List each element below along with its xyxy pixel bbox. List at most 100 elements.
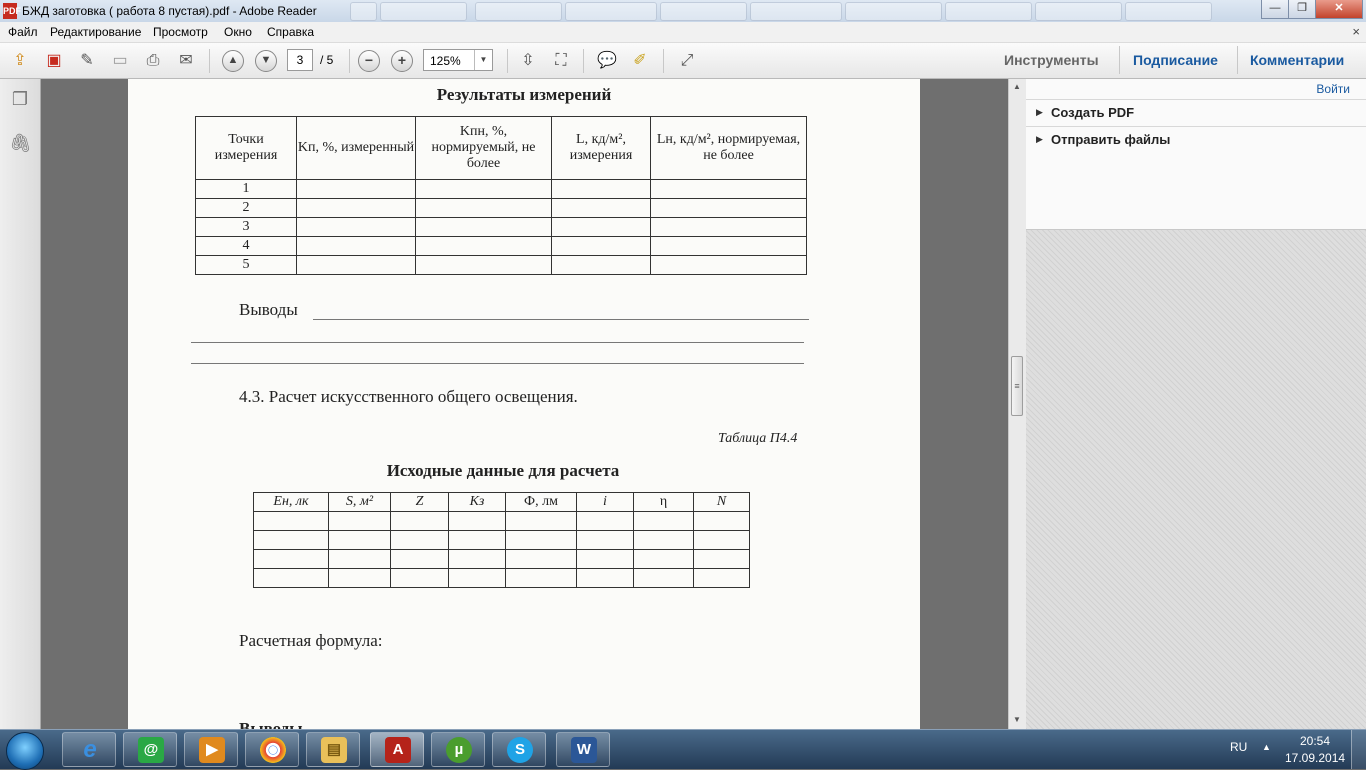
table-row: 5 [195, 255, 807, 275]
table-row: 2 [195, 198, 807, 218]
toolbar-separator [349, 49, 350, 73]
edit-pdf-icon[interactable]: ✎ [76, 50, 98, 72]
table1-header-points: Точки измерения [195, 116, 297, 180]
menu-bar: Файл Редактирование Просмотр Окно Справк… [0, 22, 1366, 43]
maximize-button[interactable]: ❐ [1288, 0, 1316, 19]
zoom-out-icon[interactable]: − [358, 50, 380, 72]
answer-line [191, 342, 804, 343]
background-window-tab [1035, 2, 1122, 21]
toolbar-separator [209, 49, 210, 73]
attachments-icon[interactable]: 🖇 [9, 132, 32, 154]
create-pdf-icon[interactable]: ▣ [43, 50, 65, 72]
menu-edit[interactable]: Редактирование [50, 25, 141, 39]
title-bar: PDF БЖД заготовка ( работа 8 пустая).pdf… [0, 0, 1366, 22]
menu-window[interactable]: Окно [224, 25, 252, 39]
create-pdf-label: Создать PDF [1051, 105, 1135, 120]
close-document-icon[interactable]: × [1352, 24, 1360, 39]
table1-cell-point: 3 [195, 217, 297, 237]
table2-header-f: Ф, лм [505, 492, 577, 512]
table-row: 1 [195, 179, 807, 199]
comment-icon[interactable]: 💬 [596, 50, 618, 72]
explorer-taskbar-button[interactable]: ▤ [306, 732, 360, 767]
background-window-tab [945, 2, 1032, 21]
open-file-icon[interactable]: ⇪ [9, 50, 31, 72]
create-pdf-section[interactable]: ▶ Создать PDF [1026, 99, 1366, 126]
zoom-in-icon[interactable]: + [391, 50, 413, 72]
word-taskbar-button[interactable]: W [556, 732, 610, 767]
internet-explorer-taskbar-button[interactable]: e [62, 732, 116, 767]
highlight-icon[interactable]: ✐ [629, 50, 651, 72]
show-desktop-button[interactable] [1351, 730, 1366, 769]
internet-explorer-icon: e [83, 736, 97, 763]
document-area[interactable]: Результаты измерений Точки измерения Kп,… [41, 79, 1007, 729]
table1-cell-point: 1 [195, 179, 297, 199]
send-files-label: Отправить файлы [1051, 132, 1171, 147]
minimize-button[interactable]: — [1261, 0, 1289, 19]
save-icon[interactable]: ▭ [109, 50, 131, 72]
page-thumbnails-icon[interactable]: ❐ [9, 88, 31, 110]
sign-in-link[interactable]: Войти [1316, 82, 1350, 96]
tools-pane-header: Войти ▶ Создать PDF ▶ Отправить файлы [1026, 79, 1366, 230]
table-row [253, 511, 750, 531]
tab-divider [1119, 46, 1120, 74]
table1-header-l: L, кд/м², измерения [551, 116, 651, 180]
tab-sign[interactable]: Подписание [1133, 52, 1218, 68]
answer-line [191, 363, 804, 364]
menu-file[interactable]: Файл [8, 25, 38, 39]
chrome-taskbar-button[interactable]: ◉ [245, 732, 299, 767]
adobe-reader-app-icon: PDF [3, 3, 21, 19]
table-row [253, 549, 750, 569]
scroll-down-arrow-icon[interactable]: ▼ [1013, 715, 1021, 724]
table1-header-kp: Kп, %, измеренный [296, 116, 416, 180]
conclusions-label: Выводы [239, 300, 298, 319]
folder-icon: ▤ [321, 737, 347, 763]
menu-view[interactable]: Просмотр [153, 25, 208, 39]
background-window-tab [565, 2, 657, 21]
vertical-scrollbar[interactable]: ▲ ≡ ▼ [1008, 79, 1026, 729]
windows-taskbar: e @ ▶ ◉ ▤ A µ S W RU ▲ 20:54 17.09.2014 [0, 729, 1366, 770]
fit-page-icon[interactable]: ⇳ [517, 50, 539, 72]
answer-line [313, 319, 809, 320]
input-data-table: Eн, лк S, м² Z Kз Ф, лм i η N [253, 492, 750, 588]
table-row: 4 [195, 236, 807, 256]
start-button[interactable] [6, 732, 44, 770]
table1-cell-point: 2 [195, 198, 297, 218]
fit-width-icon[interactable]: ⛶ [550, 50, 572, 72]
clock-time[interactable]: 20:54 [1300, 734, 1330, 748]
utorrent-taskbar-button[interactable]: µ [431, 732, 485, 767]
chevron-down-icon[interactable]: ▼ [474, 50, 492, 70]
show-hidden-icons-icon[interactable]: ▲ [1262, 742, 1271, 752]
adobe-reader-taskbar-button[interactable]: A [370, 732, 424, 767]
read-mode-icon[interactable]: ⤢ [676, 50, 698, 72]
page-total: / 5 [320, 53, 334, 67]
toolbar-separator [507, 49, 508, 73]
background-window-tab [380, 2, 467, 21]
background-window-tab [845, 2, 942, 21]
zoom-select[interactable]: 125% ▼ [423, 49, 493, 71]
scrollbar-thumb[interactable]: ≡ [1011, 356, 1023, 416]
cut-off-heading: Выводы [239, 719, 303, 729]
measurements-table: Точки измерения Kп, %, измеренный Kпн, %… [195, 116, 807, 275]
email-icon[interactable]: ✉ [175, 50, 197, 72]
menu-help[interactable]: Справка [267, 25, 314, 39]
tab-comments[interactable]: Комментарии [1250, 52, 1344, 68]
table2-header-kz: Kз [448, 492, 506, 512]
send-files-section[interactable]: ▶ Отправить файлы [1026, 126, 1366, 153]
clock-date[interactable]: 17.09.2014 [1285, 751, 1345, 765]
previous-page-icon[interactable]: ▲ [222, 50, 244, 72]
word-icon: W [571, 737, 597, 763]
background-window-tab [660, 2, 747, 21]
page-number-input[interactable] [287, 49, 313, 71]
scroll-up-arrow-icon[interactable]: ▲ [1013, 82, 1021, 91]
tab-tools[interactable]: Инструменты [1004, 52, 1099, 68]
close-window-button[interactable]: ✕ [1315, 0, 1363, 19]
utorrent-icon: µ [446, 737, 472, 763]
print-icon[interactable]: ⎙ [142, 50, 164, 72]
media-player-taskbar-button[interactable]: ▶ [184, 732, 238, 767]
language-indicator[interactable]: RU [1230, 740, 1247, 754]
media-player-icon: ▶ [199, 737, 225, 763]
skype-taskbar-button[interactable]: S [492, 732, 546, 767]
next-page-icon[interactable]: ▼ [255, 50, 277, 72]
skype-icon: S [507, 737, 533, 763]
mail-agent-taskbar-button[interactable]: @ [123, 732, 177, 767]
